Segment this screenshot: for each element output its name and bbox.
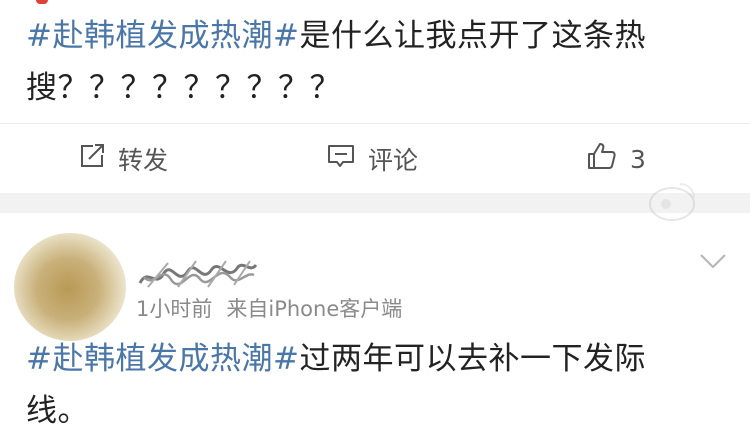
like-count: 3 [630,144,646,174]
post-meta: 1小时前 来自iPhone客户端 [136,293,402,323]
post-text-line1: 过两年可以去补一下发际 [299,341,646,377]
comment-label: 评论 [368,146,419,175]
comment-button[interactable]: 评论 [326,124,418,194]
forward-label: 转发 [118,146,169,175]
post-action-bar: 转发 评论 3 [0,123,750,194]
post-text[interactable]: #赴韩植发成热潮#过两年可以去补一下发际线。 [26,333,716,437]
post-card[interactable]: #赴韩植发成热潮#是什么让我点开了这条热 搜？？？？？？？？？ 转发 评论 3 [0,0,750,195]
post-time: 1小时前 [136,297,213,321]
speech-bubble-icon [326,142,356,176]
watermark-logo [649,183,695,221]
post-text-line2: 搜？？？？？？？？？ [26,70,341,106]
post-text-line1: 是什么让我点开了这条热 [299,18,646,54]
weibo-feed: #赴韩植发成热潮#是什么让我点开了这条热 搜？？？？？？？？？ 转发 评论 3 … [0,0,750,448]
share-box-arrow-icon [78,142,106,176]
hashtag-link[interactable]: #赴韩植发成热潮# [26,18,299,54]
post-text[interactable]: #赴韩植发成热潮#是什么让我点开了这条热搜？？？？？？？？？ [26,10,716,114]
feed-separator [0,193,750,213]
hashtag-link[interactable]: #赴韩植发成热潮# [26,341,299,377]
like-button[interactable]: 3 [586,124,646,194]
thumbs-up-icon [586,141,618,177]
top-badge-fragment [36,0,48,4]
username-redacted[interactable] [138,253,258,297]
post-source[interactable]: 来自iPhone客户端 [226,297,402,321]
chevron-down-icon[interactable] [698,251,728,271]
post-card[interactable]: 1小时前 来自iPhone客户端 #赴韩植发成热潮#过两年可以去补一下发际线。 [0,213,750,448]
avatar[interactable] [14,233,126,341]
post-text-line2: 线。 [26,393,89,429]
forward-button[interactable]: 转发 [78,124,168,194]
